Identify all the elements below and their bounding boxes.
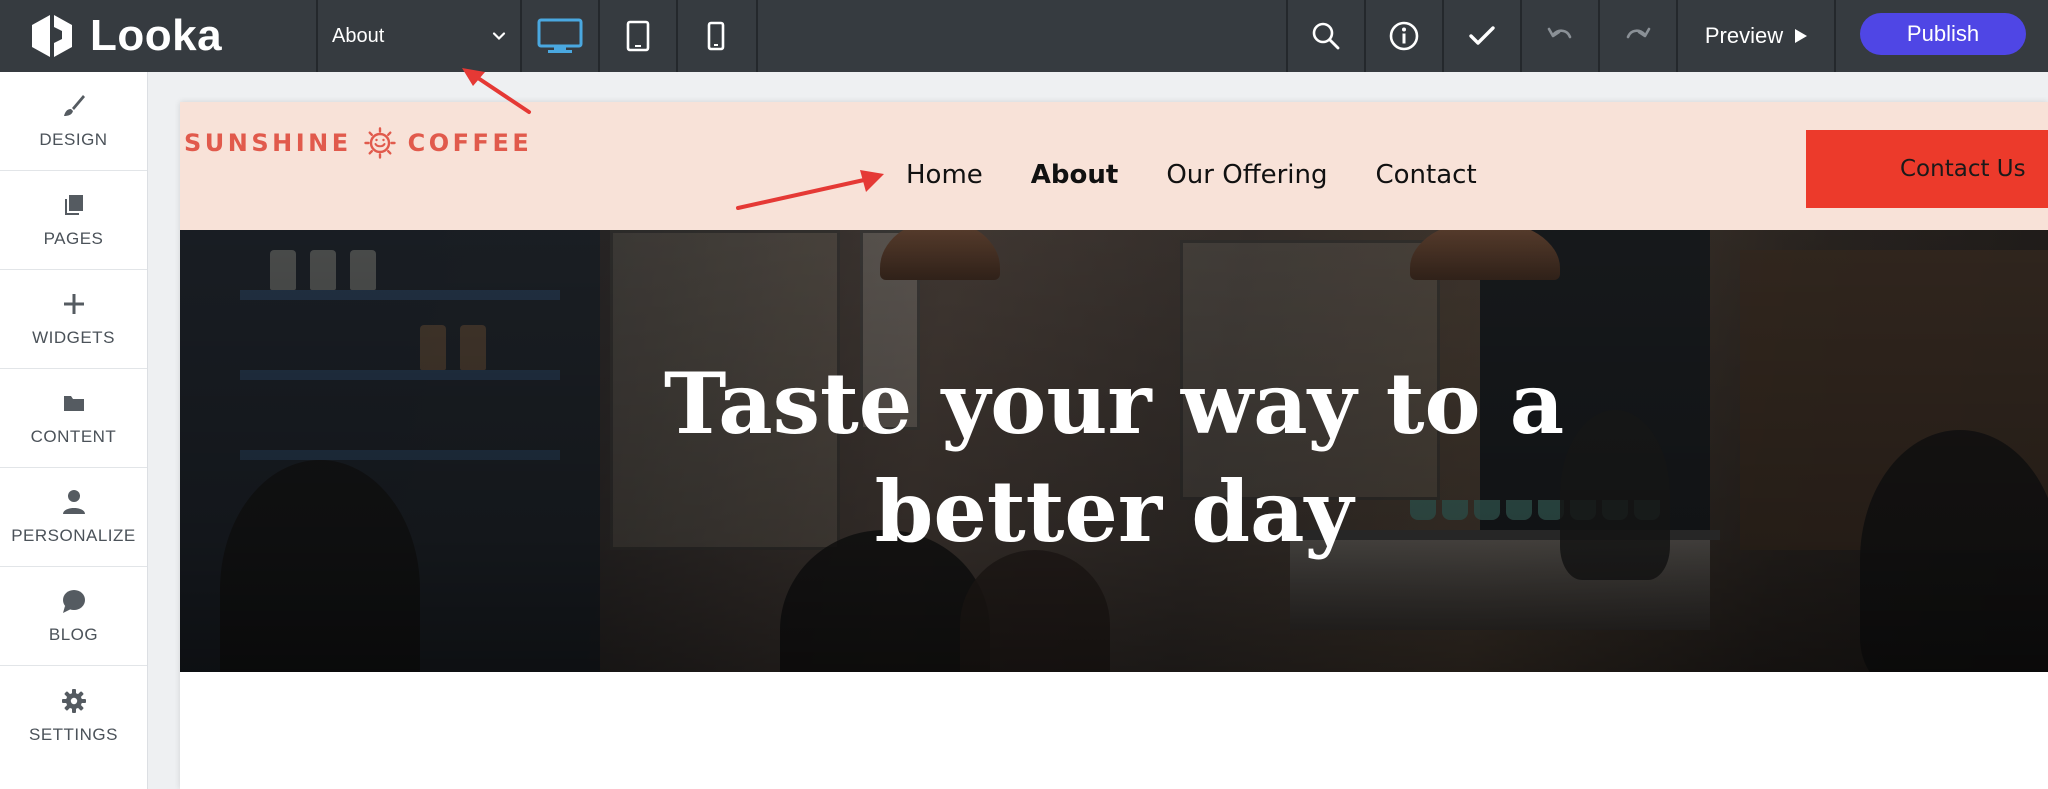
sidebar-item-settings[interactable]: SETTINGS <box>0 666 147 765</box>
sidebar-item-widgets[interactable]: WIDGETS <box>0 270 147 369</box>
undo-button[interactable] <box>1522 0 1598 72</box>
publish-button[interactable]: Publish <box>1860 13 2026 55</box>
sidebar-item-personalize[interactable]: PERSONALIZE <box>0 468 147 567</box>
search-icon <box>1312 22 1340 50</box>
search-button[interactable] <box>1288 0 1364 72</box>
sidebar-item-content[interactable]: CONTENT <box>0 369 147 468</box>
site-brand-logo[interactable]: SUNSHINE COFFEE <box>184 122 532 164</box>
person-icon <box>60 488 88 516</box>
info-button[interactable] <box>1366 0 1442 72</box>
mobile-view-button[interactable] <box>678 0 754 72</box>
looka-logo-text: Looka <box>90 11 223 60</box>
contact-us-button[interactable]: Contact Us <box>1806 130 2048 208</box>
website-preview: SUNSHINE COFFEE Home About Our Offering … <box>180 102 2048 789</box>
redo-icon <box>1626 27 1651 39</box>
pages-icon <box>60 191 88 219</box>
editor-sidebar: DESIGN PAGES WIDGETS CONTENT PERSONALIZE… <box>0 72 148 789</box>
play-icon <box>1795 29 1808 43</box>
publish-label: Publish <box>1906 21 1980 46</box>
toolbar-divider <box>1676 0 1678 72</box>
tablet-view-button[interactable] <box>600 0 676 72</box>
brand-word-right: COFFEE <box>407 129 533 157</box>
sidebar-item-label: SETTINGS <box>28 724 118 744</box>
site-header[interactable]: SUNSHINE COFFEE Home About Our Offering … <box>180 102 2048 230</box>
gear-icon <box>60 687 88 715</box>
sidebar-item-blog[interactable]: BLOG <box>0 567 147 666</box>
hero-title[interactable]: Taste your way to a better day <box>180 350 2048 566</box>
tablet-icon <box>626 20 650 52</box>
toolbar-divider <box>756 0 758 72</box>
sidebar-item-label: DESIGN <box>39 130 108 149</box>
sidebar-item-label: CONTENT <box>30 427 117 446</box>
check-icon <box>1469 26 1495 45</box>
desktop-icon <box>537 18 583 53</box>
folder-icon <box>60 389 88 417</box>
sidebar-item-label: PERSONALIZE <box>11 526 136 545</box>
brand-word-left: SUNSHINE <box>184 129 352 157</box>
annotation-arrow-page-selector <box>462 68 531 114</box>
preview-button[interactable]: Preview <box>1680 0 1834 72</box>
preview-label: Preview <box>1704 23 1784 48</box>
chat-bubble-icon <box>60 587 88 615</box>
editor-canvas: SUNSHINE COFFEE Home About Our Offering … <box>148 72 2048 789</box>
mobile-icon <box>707 21 725 51</box>
nav-item-our-offering[interactable]: Our Offering <box>1166 160 1327 190</box>
plus-icon <box>60 290 88 318</box>
sidebar-item-design[interactable]: DESIGN <box>0 72 147 171</box>
info-icon <box>1389 21 1419 51</box>
chevron-down-icon <box>492 32 506 41</box>
looka-logo-icon <box>32 15 72 57</box>
hero-section[interactable]: Taste your way to a better day <box>180 230 2048 672</box>
sun-icon <box>363 127 396 159</box>
page-selector-value: About <box>332 24 385 47</box>
save-check-button[interactable] <box>1444 0 1520 72</box>
sidebar-item-label: WIDGETS <box>32 328 115 347</box>
nav-item-home[interactable]: Home <box>906 160 983 190</box>
looka-logo[interactable]: Looka <box>28 10 222 62</box>
sidebar-item-label: BLOG <box>48 625 99 644</box>
sidebar-item-pages[interactable]: PAGES <box>0 171 147 270</box>
site-nav: Home About Our Offering Contact <box>906 160 1477 190</box>
nav-item-contact[interactable]: Contact <box>1376 160 1477 190</box>
annotation-arrow-nav <box>736 170 884 210</box>
undo-icon <box>1547 27 1572 39</box>
brush-icon <box>60 92 88 120</box>
nav-item-about[interactable]: About <box>1031 160 1119 190</box>
sidebar-item-label: PAGES <box>43 229 104 248</box>
top-toolbar: Looka About Preview Publish <box>0 0 2048 72</box>
contact-us-label: Contact Us <box>1900 156 2026 182</box>
toolbar-divider <box>1834 0 1836 72</box>
redo-button[interactable] <box>1600 0 1676 72</box>
